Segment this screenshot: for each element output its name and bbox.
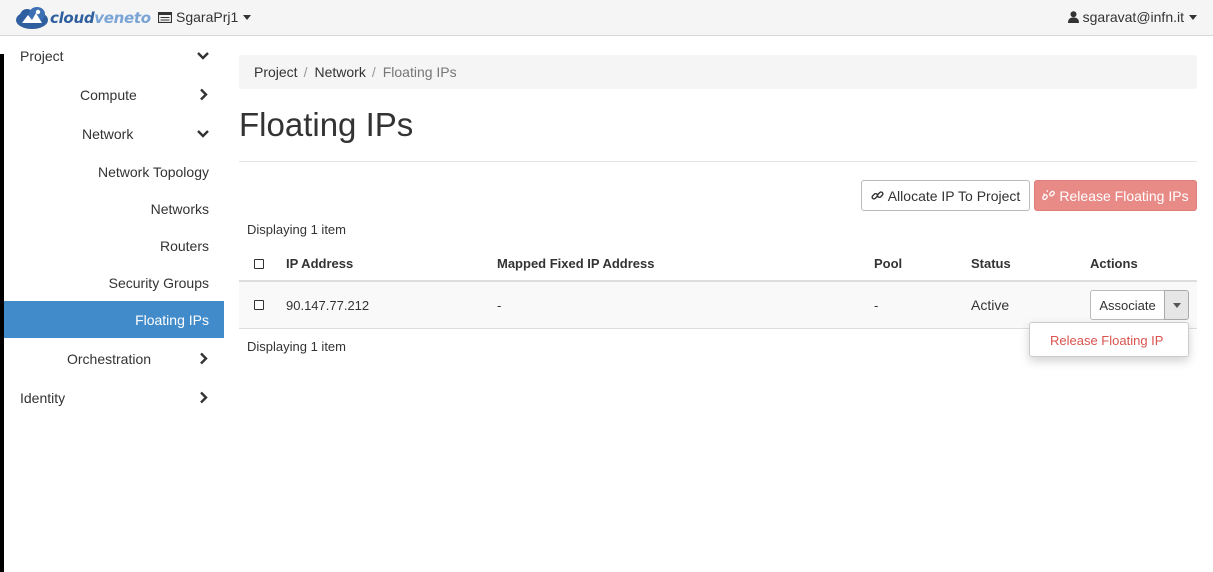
row-checkbox[interactable]: [254, 300, 264, 310]
sidebar-item-label: Security Groups: [108, 274, 209, 291]
brand-name: cloudveneto: [50, 9, 151, 27]
sidebar-item-label: Orchestration: [67, 350, 152, 367]
user-icon: [1067, 11, 1079, 23]
sidebar-item-label: Network: [82, 125, 134, 142]
release-floating-ips-button-label: Release Floating IPs: [1059, 187, 1189, 204]
cell-status: Active: [971, 297, 1010, 313]
cell-pool: -: [874, 298, 879, 313]
sidebar-item-project[interactable]: Project: [4, 37, 224, 74]
row-actions-dropdown-toggle[interactable]: [1164, 290, 1189, 320]
select-all-checkbox[interactable]: [254, 259, 264, 269]
sidebar-item-network[interactable]: Network: [4, 115, 224, 152]
sidebar-item-compute[interactable]: Compute: [4, 76, 224, 113]
brand-name-bold: cloud: [50, 9, 95, 27]
project-list-icon: [158, 11, 172, 23]
breadcrumb: Project / Network / Floating IPs: [239, 55, 1197, 89]
chevron-down-icon: [197, 130, 209, 138]
column-header-status[interactable]: Status: [971, 256, 1011, 271]
column-header-ip-address[interactable]: IP Address: [286, 256, 353, 271]
user-menu-label: sgaravat@infn.it: [1082, 9, 1184, 25]
sidebar-item-label: Floating IPs: [135, 311, 209, 328]
sidebar-item-label: Compute: [80, 86, 137, 103]
chevron-down-icon: [1189, 14, 1197, 20]
page-title: Floating IPs: [239, 106, 414, 143]
sidebar-item-label: Network Topology: [97, 163, 209, 180]
breadcrumb-item-network[interactable]: Network: [314, 64, 365, 80]
release-floating-ips-button[interactable]: Release Floating IPs: [1034, 180, 1197, 211]
unlink-icon: [1042, 189, 1056, 201]
chevron-down-icon: [243, 14, 252, 20]
sidebar-item-networks[interactable]: Networks: [4, 190, 224, 227]
sidebar-item-floating-ips[interactable]: Floating IPs: [4, 301, 224, 338]
sidebar-item-label: Routers: [159, 237, 209, 254]
allocate-ip-button-label: Allocate IP To Project: [887, 187, 1021, 204]
chevron-down-icon: [197, 52, 209, 60]
sidebar: Project Compute Network Network Topology…: [4, 36, 224, 572]
associate-button[interactable]: Associate: [1090, 290, 1165, 320]
column-header-mapped-fixed-ip[interactable]: Mapped Fixed IP Address: [497, 256, 655, 271]
sidebar-item-security-groups[interactable]: Security Groups: [4, 264, 224, 301]
sidebar-item-label: Project: [20, 47, 64, 64]
table-header: IP Address Mapped Fixed IP Address Pool …: [239, 246, 1197, 282]
allocate-ip-button[interactable]: Allocate IP To Project: [861, 180, 1030, 211]
sidebar-item-label: Identity: [20, 389, 66, 406]
top-navbar: cloudveneto SgaraPrj1 sgaravat@infn.it: [0, 0, 1213, 36]
chevron-right-icon: [200, 352, 208, 365]
sidebar-item-orchestration[interactable]: Orchestration: [4, 340, 224, 377]
chevron-right-icon: [200, 391, 208, 404]
sidebar-item-network-topology[interactable]: Network Topology: [4, 153, 224, 190]
breadcrumb-separator: /: [303, 64, 308, 80]
link-icon: [871, 191, 884, 200]
cloudveneto-logo-icon: [16, 7, 48, 29]
brand-name-light: veneto: [94, 9, 151, 27]
brand-logo[interactable]: cloudveneto: [14, 4, 151, 32]
breadcrumb-item-current: Floating IPs: [382, 64, 457, 80]
chevron-right-icon: [200, 88, 208, 101]
release-floating-ip-menu-item[interactable]: Release Floating IP: [1050, 333, 1163, 348]
row-actions-menu: Release Floating IP: [1029, 322, 1189, 357]
cell-ip-address: 90.147.77.212: [286, 298, 370, 313]
sidebar-item-routers[interactable]: Routers: [4, 227, 224, 264]
item-count-bottom: Displaying 1 item: [247, 339, 346, 354]
breadcrumb-separator: /: [371, 64, 376, 80]
project-switcher[interactable]: SgaraPrj1: [158, 9, 252, 25]
project-switcher-label: SgaraPrj1: [176, 9, 239, 25]
cell-mapped-fixed-ip: -: [497, 298, 502, 313]
breadcrumb-item-project[interactable]: Project: [254, 64, 298, 80]
column-header-pool[interactable]: Pool: [874, 256, 902, 271]
user-menu[interactable]: sgaravat@infn.it: [1067, 9, 1197, 25]
sidebar-item-label: Networks: [150, 200, 209, 217]
sidebar-item-identity[interactable]: Identity: [4, 379, 224, 416]
title-divider: [239, 161, 1197, 162]
chevron-down-icon: [1172, 302, 1181, 308]
item-count-top: Displaying 1 item: [247, 222, 346, 237]
column-header-actions: Actions: [1090, 256, 1138, 271]
